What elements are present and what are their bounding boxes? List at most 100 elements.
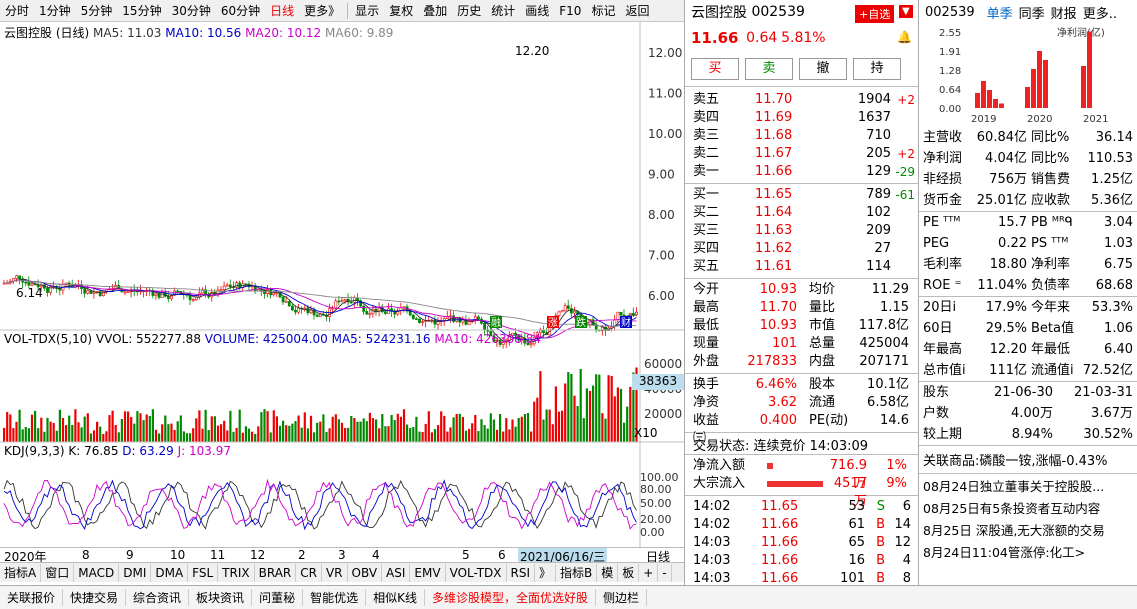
indicator-tab[interactable]: 指标B <box>556 563 598 582</box>
holder-value: 3.67万 <box>1091 406 1133 421</box>
sidebar-toggle[interactable]: 侧边栏 <box>596 589 647 606</box>
bid-row[interactable]: 买一 11.65 789 -61 <box>693 186 918 204</box>
indicator-tab[interactable]: BRAR <box>255 563 297 582</box>
vol-header: VOL-TDX(5,10) VVOL: 552277.88 VOLUME: 42… <box>4 332 541 346</box>
bid-row[interactable]: 买二 11.64 102 <box>693 204 918 222</box>
toolbar-item[interactable]: 60分钟 <box>216 0 265 22</box>
indicator-tab[interactable]: + <box>639 563 659 582</box>
tick-count: 6 <box>902 499 911 514</box>
level-change <box>891 222 915 240</box>
toolbar-item[interactable]: 复权 <box>384 0 418 22</box>
tick-volume: 16 <box>848 553 865 568</box>
bell-icon[interactable]: 🔔 <box>897 30 912 44</box>
indicator-tab[interactable]: FSL <box>188 563 219 582</box>
info-row: PEG 0.22 PS ᵀᵀᴹ 1.03 <box>919 233 1137 254</box>
related-commodity[interactable]: 关联商品:磷酸一铵,涨幅-0.43% <box>919 446 1137 474</box>
kline-chart-area[interactable]: 云图控股 (日线) MA5: 11.03 MA10: 10.56 MA20: 1… <box>0 22 684 565</box>
tick-time: 14:03 <box>693 553 731 568</box>
indicator-tab[interactable]: ASI <box>382 563 411 582</box>
toolbar-item[interactable]: 显示 <box>350 0 384 22</box>
indicator-tab[interactable]: CR <box>296 563 322 582</box>
toolbar-item[interactable]: 日线 <box>265 0 299 22</box>
status-tab[interactable]: 快捷交易 <box>63 589 127 606</box>
tick-count: 4 <box>902 553 911 568</box>
toolbar-item[interactable]: F10 <box>554 0 586 22</box>
status-tab[interactable]: 综合资讯 <box>126 589 190 606</box>
bid-row[interactable]: 买五 11.61 114 <box>693 258 918 276</box>
status-tab[interactable]: 相似K线 <box>366 589 425 606</box>
stat-label: 流通 <box>809 395 836 410</box>
toolbar-item[interactable]: 30分钟 <box>167 0 216 22</box>
level-price: 11.70 <box>755 92 793 107</box>
toolbar-item[interactable]: 更多》 <box>299 0 345 22</box>
status-tab[interactable]: 问董秘 <box>252 589 304 606</box>
trade-button[interactable]: 买 <box>691 58 739 80</box>
news-item[interactable]: 08月24日独立董事关于控股股... <box>923 476 1133 498</box>
status-tab[interactable]: 智能优选 <box>303 589 367 606</box>
bid-row[interactable]: 买四 11.62 27 <box>693 240 918 258</box>
indicator-tab[interactable]: OBV <box>348 563 383 582</box>
level-volume: 27 <box>874 241 891 256</box>
quote-panel: 云图控股 002539 +自选 ▼ 11.66 0.64 5.81% 🔔 买卖撤… <box>684 0 918 609</box>
tick-row: 14:03 11.66 16 B 4 <box>693 552 918 570</box>
level-volume: 209 <box>866 223 891 238</box>
indicator-tab[interactable]: TRIX <box>218 563 255 582</box>
status-tab[interactable]: 关联报价 <box>0 589 64 606</box>
indicator-tab[interactable]: EMV <box>410 563 446 582</box>
price-tick: 6.00 <box>648 289 675 303</box>
dropdown-icon[interactable]: ▼ <box>899 5 913 18</box>
stat-value: 425004 <box>859 336 909 351</box>
ask-row[interactable]: 卖四 11.69 1637 <box>693 109 918 127</box>
indicator-tab[interactable]: RSI <box>507 563 536 582</box>
indicator-tab[interactable]: DMA <box>151 563 189 582</box>
info-label: 销售费 <box>1031 172 1071 187</box>
ask-row[interactable]: 卖三 11.68 710 <box>693 127 918 145</box>
info-label: Beta值 <box>1031 321 1074 336</box>
fin-bar <box>1087 31 1092 108</box>
info-label: 流通值i <box>1031 363 1074 378</box>
trade-button[interactable]: 卖 <box>745 58 793 80</box>
ask-row[interactable]: 卖二 11.67 205 +2 <box>693 145 918 163</box>
toolbar-item[interactable]: 标记 <box>586 0 620 22</box>
toolbar-item[interactable]: 分时 <box>0 0 34 22</box>
indicator-tab[interactable]: DMI <box>119 563 152 582</box>
news-item[interactable]: 08月25日有5条投资者互动内容 <box>923 498 1133 520</box>
toolbar-item[interactable]: 画线 <box>520 0 554 22</box>
news-item[interactable]: 8月25日 深股通,无大涨额的交易 <box>923 520 1133 542</box>
stat-value: 0.400 <box>759 413 797 428</box>
toolbar-item[interactable]: 统计 <box>486 0 520 22</box>
tick-time: 14:02 <box>693 499 731 514</box>
indicator-tab[interactable]: 》 <box>535 563 557 582</box>
indicator-tab[interactable]: 板 <box>618 563 640 582</box>
fin-tab[interactable]: 单季 <box>987 3 1013 22</box>
fin-tab[interactable]: 同季 <box>1019 3 1045 22</box>
toolbar-item[interactable]: 历史 <box>452 0 486 22</box>
trade-button[interactable]: 持 <box>853 58 901 80</box>
ask-row[interactable]: 卖五 11.70 1904 +2 <box>693 91 918 109</box>
toolbar-item[interactable]: 1分钟 <box>34 0 76 22</box>
fin-tab[interactable]: 财报 <box>1051 3 1077 22</box>
status-tab[interactable]: 板块资讯 <box>189 589 253 606</box>
news-item[interactable]: 8月24日11:04管涨停:化工> <box>923 542 1133 564</box>
indicator-tab[interactable]: VOL-TDX <box>446 563 507 582</box>
toolbar-item[interactable]: 返回 <box>620 0 654 22</box>
indicator-tab[interactable]: VR <box>322 563 348 582</box>
fin-tab[interactable]: 更多.. <box>1083 3 1117 22</box>
indicator-tab[interactable]: - <box>658 563 672 582</box>
info-label: PS ᵀᵀᴹ <box>1031 236 1069 251</box>
indicator-tab[interactable]: 模 <box>597 563 619 582</box>
trade-button[interactable]: 撤 <box>799 58 847 80</box>
add-watchlist-button[interactable]: +自选 <box>855 5 895 23</box>
ask-row[interactable]: 卖一 11.66 129 -29 <box>693 163 918 181</box>
level-label: 买四 <box>693 241 720 256</box>
indicator-tab[interactable]: 指标A <box>0 563 42 582</box>
info-row: 年最高 12.20 年最低 6.40 <box>919 339 1137 360</box>
toolbar-item[interactable]: 15分钟 <box>117 0 166 22</box>
toolbar-item[interactable]: 叠加 <box>418 0 452 22</box>
toolbar-item[interactable]: 5分钟 <box>76 0 118 22</box>
indicator-tab[interactable]: 窗口 <box>41 563 75 582</box>
bid-row[interactable]: 买三 11.63 209 <box>693 222 918 240</box>
promo-link[interactable]: 多维诊股模型，全面优选好股 <box>425 589 596 606</box>
event-mark-label: 财 <box>621 316 631 329</box>
indicator-tab[interactable]: MACD <box>74 563 120 582</box>
